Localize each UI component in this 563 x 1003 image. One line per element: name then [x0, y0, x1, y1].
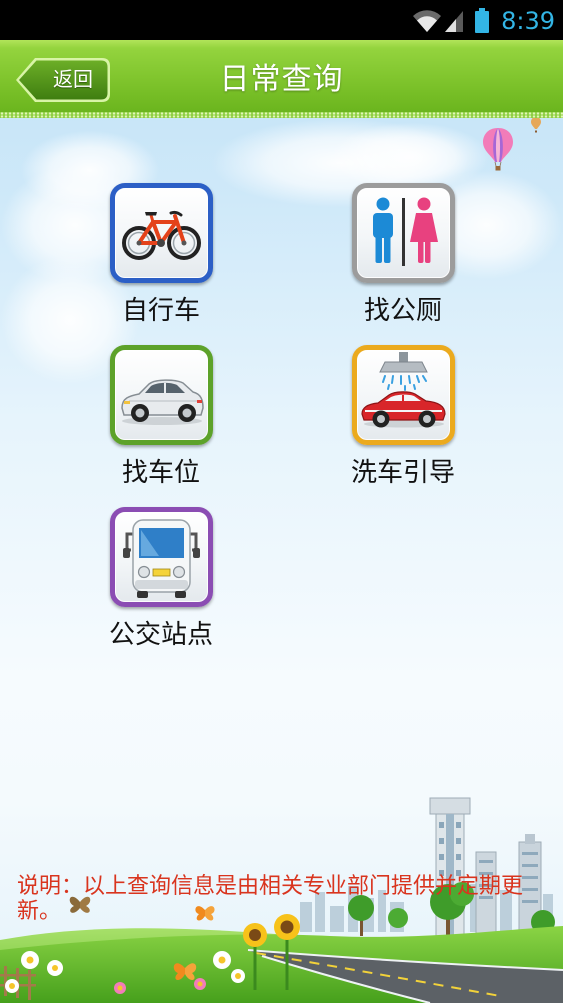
menu-item-label: 找公厕: [363, 295, 442, 325]
back-button[interactable]: 返回: [14, 55, 112, 105]
toilet-icon: [351, 183, 455, 283]
back-button-label: 返回: [53, 69, 93, 91]
battery-icon: [475, 8, 489, 33]
menu-item-label: 公交站点: [108, 619, 213, 649]
menu-item-car-wash[interactable]: 洗车引导: [303, 345, 503, 505]
status-bar: 8:39: [0, 0, 563, 40]
disclaimer-note: 说明：以上查询信息是由相关专业部门提供并定期更新。: [17, 873, 524, 923]
bicycle-icon: [109, 183, 213, 283]
header-bar: 日常查询 返回: [0, 40, 563, 118]
menu-item-toilet[interactable]: 找公厕: [303, 183, 503, 343]
menu-item-parking[interactable]: 找车位: [61, 345, 261, 505]
menu-item-label: 自行车: [121, 295, 200, 325]
signal-icon: [445, 11, 463, 32]
menu-item-bicycle[interactable]: 自行车: [61, 183, 261, 343]
screen: 8:39 日常查询 返回 自行车 找公厕 找车位 洗车引导 公交站点 说明：以上…: [0, 0, 563, 1003]
bus-icon: [109, 507, 213, 607]
menu-item-bus-stop[interactable]: 公交站点: [61, 507, 261, 667]
header-divider: [0, 112, 563, 118]
menu-item-label: 洗车引导: [350, 457, 455, 487]
clock-time: 8:39: [501, 7, 555, 35]
wifi-icon: [413, 10, 441, 33]
car-wash-icon: [351, 345, 455, 445]
hot-air-balloon-icon: [483, 128, 513, 171]
hot-air-balloon-icon: [531, 117, 541, 133]
car-icon: [109, 345, 213, 445]
menu-item-label: 找车位: [121, 457, 200, 487]
